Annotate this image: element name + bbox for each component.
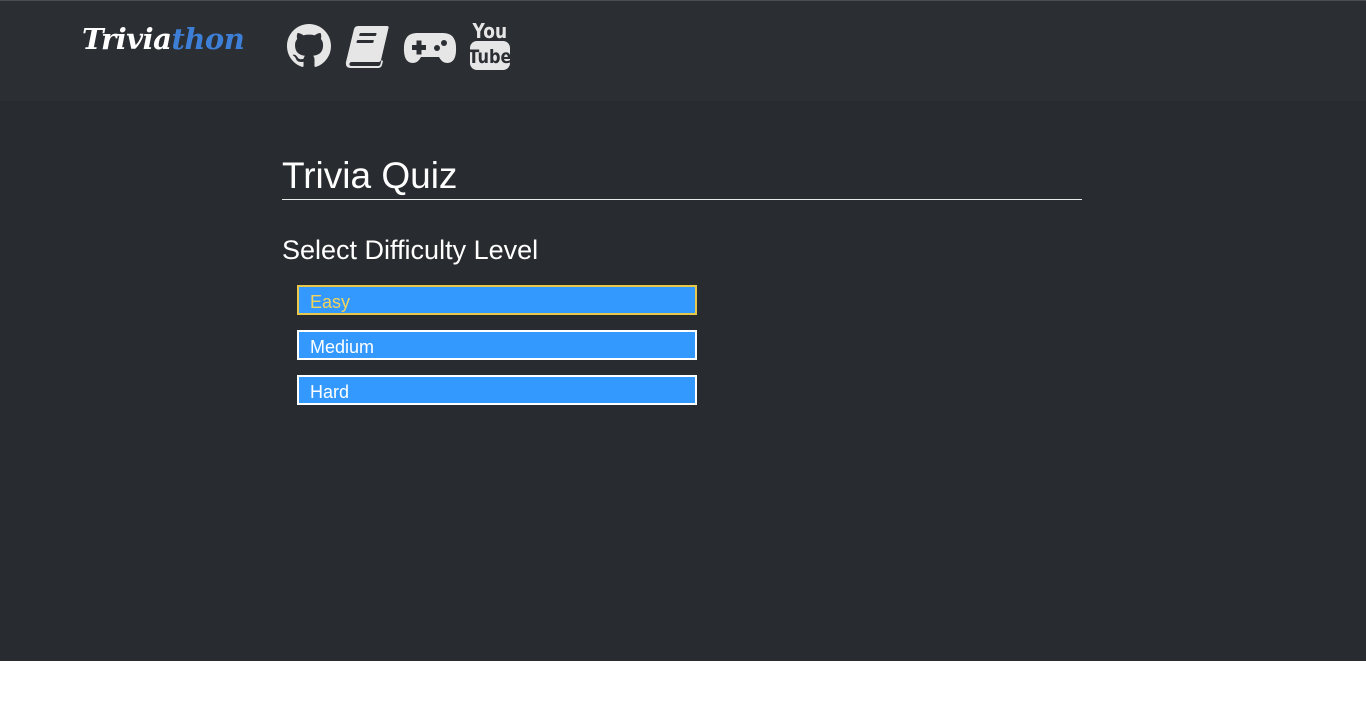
app-container: Triviathon You Tube Trivia Quiz Select D…: [0, 0, 1366, 661]
difficulty-options: Easy Medium Hard: [282, 285, 1082, 405]
difficulty-hard-button[interactable]: Hard: [297, 375, 697, 405]
navbar: Triviathon You Tube: [0, 0, 1366, 101]
difficulty-heading: Select Difficulty Level: [282, 235, 539, 265]
logo-text-accent: thon: [171, 22, 245, 56]
svg-text:Tube: Tube: [469, 47, 511, 69]
svg-text:You: You: [472, 21, 507, 44]
github-icon[interactable]: [287, 24, 331, 68]
difficulty-medium-button[interactable]: Medium: [297, 330, 697, 360]
logo[interactable]: Triviathon: [82, 19, 245, 59]
book-icon[interactable]: [344, 24, 390, 68]
page-title: Trivia Quiz: [282, 152, 1082, 200]
main-content: Trivia Quiz Select Difficulty Level Easy…: [282, 152, 1082, 420]
youtube-icon[interactable]: You Tube: [469, 19, 511, 71]
difficulty-easy-button[interactable]: Easy: [297, 285, 697, 315]
gamepad-icon[interactable]: [403, 31, 457, 65]
logo-text-primary: Trivia: [82, 22, 172, 56]
